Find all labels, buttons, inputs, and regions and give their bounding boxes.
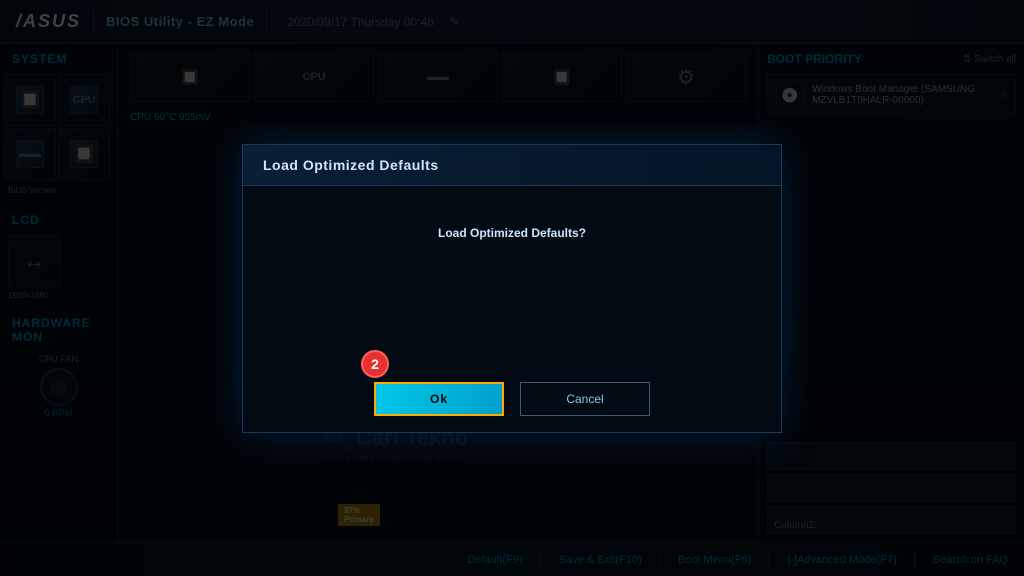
modal-question: Load Optimized Defaults? [438, 226, 586, 240]
modal-overlay: Load Optimized Defaults Load Optimized D… [0, 0, 1024, 576]
modal-footer: 2 Ok Cancel [243, 366, 781, 432]
cancel-button[interactable]: Cancel [520, 382, 650, 416]
ok-button[interactable]: Ok [374, 382, 504, 416]
step-badge: 2 [361, 350, 389, 378]
modal-titlebar: Load Optimized Defaults [243, 145, 781, 186]
modal-body: Load Optimized Defaults? [243, 186, 781, 366]
modal-title: Load Optimized Defaults [263, 157, 439, 173]
modal-dialog: Load Optimized Defaults Load Optimized D… [242, 144, 782, 433]
